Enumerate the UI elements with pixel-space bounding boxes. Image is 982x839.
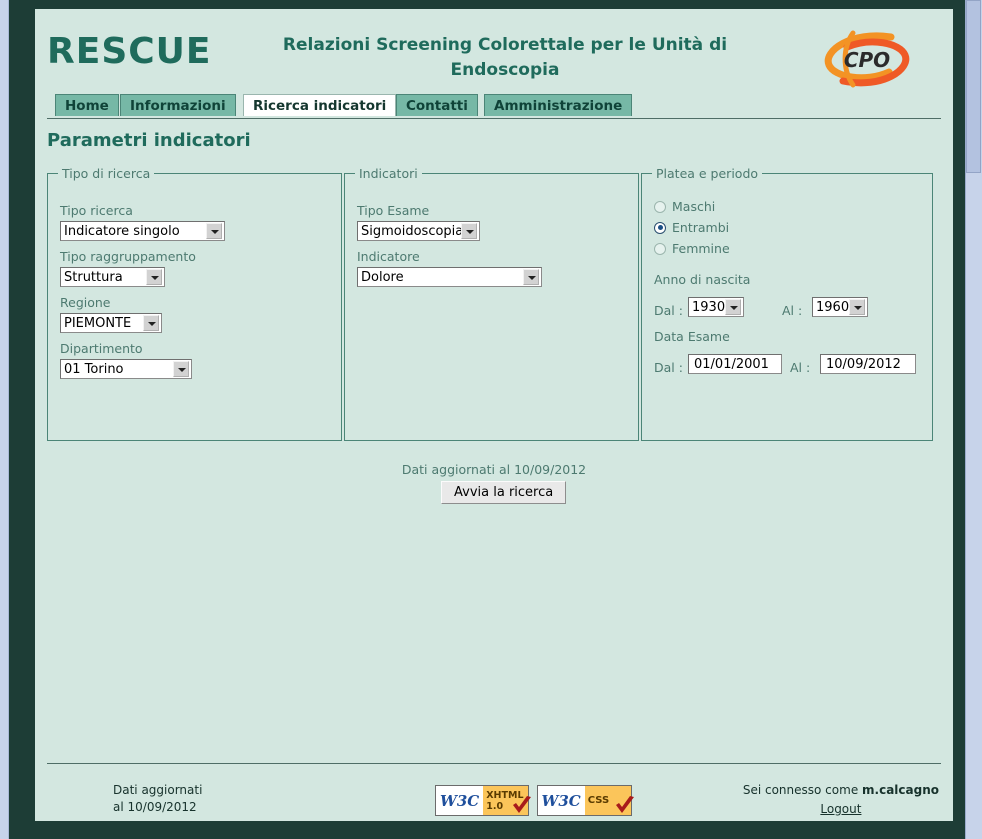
- submit-search-button[interactable]: Avvia la ricerca: [441, 481, 567, 504]
- page-title-heading: Relazioni Screening Colorettale per le U…: [282, 35, 728, 80]
- chevron-down-icon: [173, 361, 189, 377]
- footer-updated-line2: al 10/09/2012: [113, 800, 197, 814]
- radio-maschi-indicator[interactable]: [654, 200, 666, 213]
- site-header: RESCUE Relazioni Screening Colorettale p…: [35, 9, 953, 94]
- fieldset-tipo-di-ricerca: Tipo di ricerca Tipo ricerca Indicatore …: [47, 166, 342, 441]
- browser-viewport: RESCUE Relazioni Screening Colorettale p…: [0, 0, 982, 839]
- select-indicatore-value: Dolore: [361, 269, 404, 285]
- badge-css-text: CSS: [584, 786, 631, 815]
- select-tipo-ricerca-value: Indicatore singolo: [64, 223, 180, 239]
- radio-option-femmine[interactable]: Femmine: [654, 241, 730, 256]
- page-scrollbar[interactable]: [965, 0, 982, 839]
- scrollbar-thumb[interactable]: [966, 0, 981, 173]
- chevron-down-icon: [849, 299, 865, 315]
- data-updated-note: Dati aggiornati al 10/09/2012: [401, 462, 587, 477]
- label-tipo-esame: Tipo Esame: [357, 203, 430, 218]
- w3c-xhtml-validation-badge[interactable]: W3C XHTML 1.0: [435, 785, 531, 816]
- label-dipartimento: Dipartimento: [60, 341, 143, 356]
- input-data-esame-al[interactable]: [820, 354, 916, 374]
- select-anno-al[interactable]: 1960: [812, 297, 868, 317]
- select-indicatore[interactable]: Dolore: [357, 267, 542, 287]
- radio-entrambi-label: Entrambi: [672, 220, 730, 235]
- footer-updated-line1: Dati aggiornati: [113, 783, 203, 797]
- chevron-down-icon: [461, 223, 477, 239]
- select-regione[interactable]: PIEMONTE: [60, 313, 162, 333]
- cpo-logo-text: CPO: [844, 48, 890, 72]
- select-tipo-ricerca[interactable]: Indicatore singolo: [60, 221, 225, 241]
- w3c-logo-text: W3C: [537, 786, 585, 815]
- connected-prefix: Sei connesso come: [742, 783, 863, 797]
- tab-contatti[interactable]: Contatti: [396, 94, 478, 116]
- chevron-down-icon: [725, 299, 741, 315]
- tab-informazioni[interactable]: Informazioni: [120, 94, 236, 116]
- badge-xhtml-line1: XHTML: [486, 789, 524, 801]
- select-dipartimento[interactable]: 01 Torino: [60, 359, 192, 379]
- w3c-css-validation-badge[interactable]: W3C CSS: [536, 785, 634, 816]
- select-tipo-raggruppamento[interactable]: Struttura: [60, 267, 165, 287]
- badge-xhtml-text: XHTML 1.0: [483, 786, 528, 815]
- fieldset-platea-e-periodo-legend: Platea e periodo: [656, 166, 759, 181]
- select-tipo-esame-value: Sigmoidoscopia: [361, 223, 461, 239]
- tab-ricerca-indicatori[interactable]: Ricerca indicatori: [243, 94, 397, 116]
- page-outer-frame: RESCUE Relazioni Screening Colorettale p…: [23, 0, 965, 839]
- label-data-dal: Dal :: [654, 360, 683, 375]
- select-anno-dal-value: 1930: [692, 299, 725, 315]
- radio-entrambi-indicator[interactable]: [654, 221, 666, 234]
- fieldset-indicatori: Indicatori Tipo Esame Sigmoidoscopia Ind…: [344, 166, 639, 441]
- footer-session-info: Sei connesso come m.calcagno Logout: [743, 782, 939, 818]
- radio-maschi-label: Maschi: [672, 199, 716, 214]
- logout-link[interactable]: Logout: [743, 801, 939, 818]
- fieldset-tipo-di-ricerca-legend: Tipo di ricerca: [62, 166, 151, 181]
- radio-option-entrambi[interactable]: Entrambi: [654, 220, 729, 235]
- label-anno-di-nascita: Anno di nascita: [654, 272, 751, 287]
- select-tipo-raggruppamento-value: Struttura: [64, 269, 123, 285]
- tab-amministrazione[interactable]: Amministrazione: [484, 94, 633, 116]
- cpo-logo: CPO: [813, 25, 921, 91]
- label-data-esame: Data Esame: [654, 329, 730, 344]
- page-container: RESCUE Relazioni Screening Colorettale p…: [35, 9, 953, 821]
- label-tipo-ricerca: Tipo ricerca: [60, 203, 133, 218]
- footer-divider: [47, 763, 941, 764]
- input-data-esame-dal[interactable]: [688, 354, 782, 374]
- label-regione: Regione: [60, 295, 111, 310]
- chevron-down-icon: [143, 315, 159, 331]
- badge-xhtml-line2: 1.0: [486, 800, 504, 812]
- main-navigation-tabs: Home Informazioni Ricerca indicatori Con…: [47, 94, 941, 118]
- label-anno-dal: Dal :: [654, 303, 683, 318]
- select-anno-dal[interactable]: 1930: [688, 297, 744, 317]
- radio-option-maschi[interactable]: Maschi: [654, 199, 715, 214]
- radio-femmine-label: Femmine: [672, 241, 730, 256]
- label-tipo-raggruppamento: Tipo raggruppamento: [60, 249, 196, 264]
- label-data-al: Al :: [790, 360, 811, 375]
- w3c-logo-text: W3C: [436, 786, 484, 815]
- chevron-down-icon: [206, 223, 222, 239]
- footer-updated-info: Dati aggiornati al 10/09/2012: [113, 782, 202, 816]
- radio-femmine-indicator[interactable]: [654, 242, 666, 255]
- chevron-down-icon: [523, 269, 539, 285]
- chevron-down-icon: [146, 269, 162, 285]
- label-indicatore: Indicatore: [357, 249, 420, 264]
- select-regione-value: PIEMONTE: [64, 315, 132, 331]
- label-anno-al: Al :: [782, 303, 803, 318]
- tabbar-divider: [47, 118, 941, 119]
- section-heading: Parametri indicatori: [47, 130, 251, 151]
- connected-username: m.calcagno: [862, 783, 939, 797]
- fieldset-platea-e-periodo: Platea e periodo Maschi Entrambi Femmine…: [641, 166, 933, 441]
- select-dipartimento-value: 01 Torino: [64, 361, 124, 377]
- connected-as-text: Sei connesso come m.calcagno: [743, 782, 939, 799]
- validation-badges: W3C XHTML 1.0 W3C CSS: [435, 785, 634, 816]
- tab-home[interactable]: Home: [55, 94, 119, 116]
- fieldset-indicatori-legend: Indicatori: [359, 166, 418, 181]
- select-anno-al-value: 1960: [816, 299, 849, 315]
- window-left-edge: [0, 0, 9, 839]
- brand-logo-rescue: RESCUE: [47, 31, 212, 72]
- select-tipo-esame[interactable]: Sigmoidoscopia: [357, 221, 480, 241]
